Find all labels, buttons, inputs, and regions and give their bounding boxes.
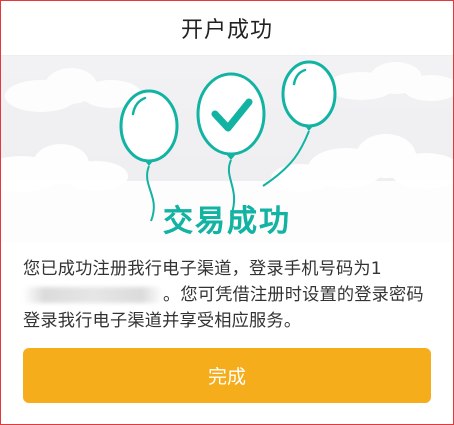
- message-line-2-text: 。您可凭借注册时设置的登录密码: [163, 285, 424, 305]
- message-line-1: 您已成功注册我行电子渠道，登录手机号码为1: [23, 259, 382, 279]
- success-banner: 交易成功: [1, 56, 453, 242]
- app-window: 开户成功 交易成功 您已成功注册我行电子渠道，登录手机号码为1 。您可凭借注册时…: [0, 0, 454, 425]
- message-line-2: 。您可凭借注册时设置的登录密码: [23, 282, 431, 308]
- message-line-3: 登录我行电子渠道并享受相应服务。: [23, 311, 302, 331]
- cloud-icon: [327, 62, 453, 101]
- page-title: 开户成功: [180, 18, 273, 43]
- success-label: 交易成功: [163, 204, 291, 239]
- success-message: 您已成功注册我行电子渠道，登录手机号码为1 。您可凭借注册时设置的登录密码 登录…: [1, 242, 453, 334]
- cloud-icon: [5, 68, 141, 112]
- page-header: 开户成功: [1, 1, 453, 56]
- masked-phone-number: [23, 287, 163, 303]
- done-button[interactable]: 完成: [23, 348, 431, 403]
